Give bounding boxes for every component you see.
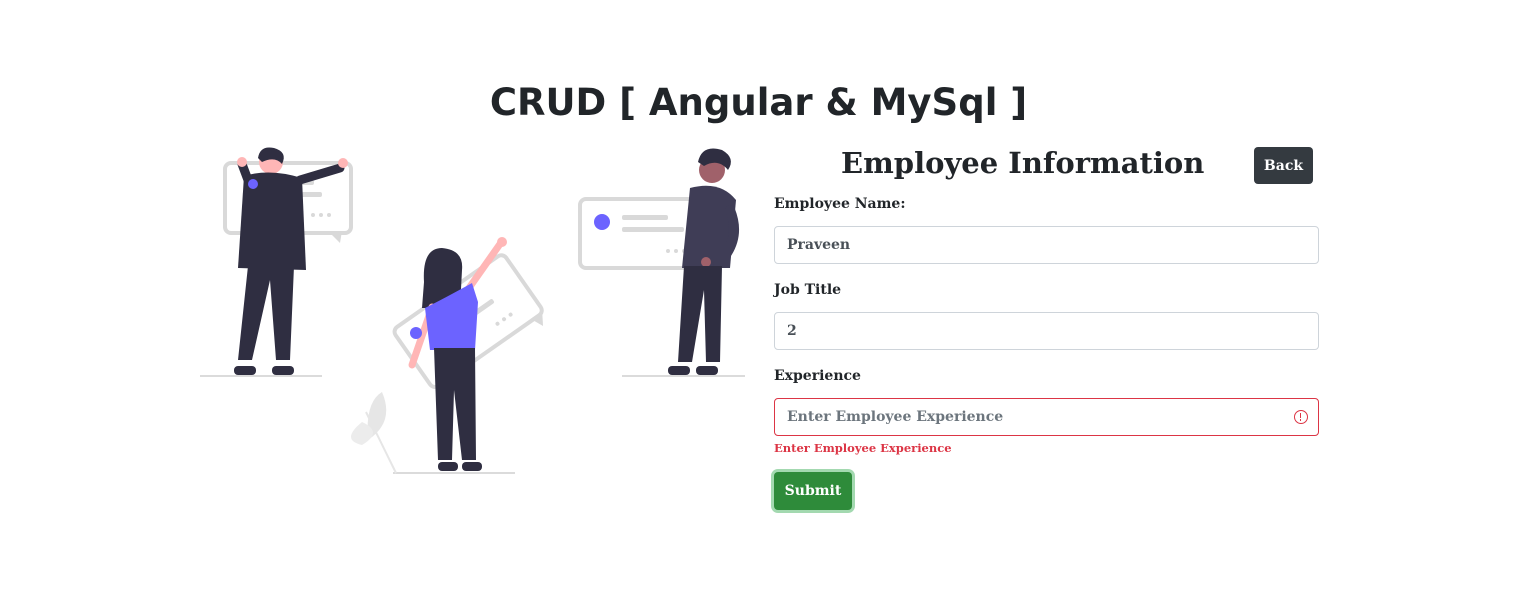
submit-button[interactable]: Submit [774, 472, 852, 510]
form-heading: Employee Information [841, 146, 1205, 180]
job-title-input[interactable] [774, 312, 1319, 350]
back-button[interactable]: Back [1254, 147, 1313, 184]
experience-label: Experience [774, 368, 861, 384]
team-collaboration-illustration [200, 147, 745, 474]
employee-name-input[interactable] [774, 226, 1319, 264]
experience-error-message: Enter Employee Experience [774, 441, 952, 455]
page: CRUD [ Angular & MySql ] Employee Inform… [0, 0, 1517, 592]
leaf-decoration [351, 392, 397, 474]
job-title-label: Job Title [774, 282, 842, 298]
experience-input[interactable] [774, 398, 1319, 436]
error-icon [1294, 410, 1308, 424]
app-title: CRUD [ Angular & MySql ] [489, 81, 1028, 124]
employee-name-label: Employee Name: [774, 196, 906, 212]
